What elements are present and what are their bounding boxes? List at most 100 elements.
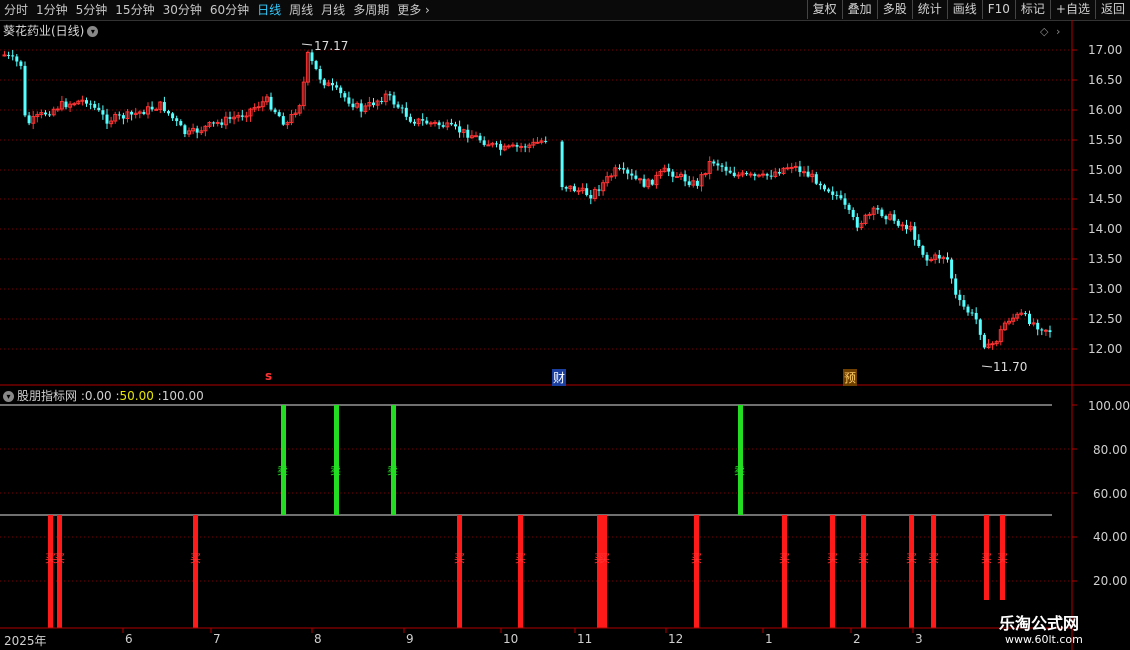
candle-body-down	[1040, 329, 1044, 331]
sell-signal-bar	[738, 405, 743, 515]
candle-body-down	[458, 126, 462, 133]
candle-body-down	[162, 102, 166, 112]
candle-body-down	[1036, 322, 1040, 330]
candle-body-down	[835, 194, 839, 196]
candle-body-down	[413, 121, 416, 124]
sell-signal-bar	[391, 405, 396, 515]
candle-body-down	[392, 95, 396, 105]
candle-body-down	[121, 115, 125, 119]
candle-body-down	[175, 118, 179, 122]
buy-signal-label: 买	[454, 552, 465, 565]
price-tick: 13.50	[1088, 252, 1123, 266]
buy-signal-bar	[694, 515, 699, 628]
candle-body-down	[683, 174, 687, 182]
candle-body-down	[564, 187, 568, 189]
candle-body-up	[900, 224, 905, 227]
buy-signal-label: 买	[858, 552, 869, 565]
candle-body-down	[839, 195, 843, 199]
candle-body-down	[347, 97, 351, 104]
candle-body-down	[814, 174, 818, 184]
candle-body-down	[322, 79, 326, 86]
candle-body-down	[687, 181, 691, 186]
candle-body-down	[85, 100, 88, 104]
candle-body-down	[798, 166, 802, 173]
time-tick: 9	[406, 632, 414, 646]
time-tick: 12	[668, 632, 684, 646]
candle-body-down	[667, 168, 671, 172]
price-tick: 16.50	[1088, 73, 1123, 87]
candle-body-down	[618, 167, 621, 169]
price-tick: 14.00	[1088, 222, 1123, 236]
candle-body-down	[23, 65, 27, 116]
candle-body-down	[240, 115, 244, 117]
price-tick: 12.00	[1088, 342, 1123, 356]
indicator-tick: 40.00	[1093, 530, 1128, 544]
candle-body-up	[433, 121, 437, 124]
candle-body-down	[946, 257, 949, 260]
candle-body-down	[449, 122, 453, 125]
watermark-url: www.60lt.com	[1005, 633, 1083, 646]
candle-body-down	[876, 208, 880, 210]
chevron-down-icon[interactable]: ▾	[3, 391, 14, 402]
candle-body-down	[851, 209, 855, 218]
kline-chart[interactable]: 卖卖卖卖买买买买买买买买买买买买买买买	[0, 0, 1130, 650]
candle-body-down	[277, 112, 281, 117]
candle-body-up	[215, 121, 220, 124]
candle-body-down	[130, 111, 134, 115]
candle-body-up	[244, 115, 249, 118]
s-event-marker[interactable]: s	[265, 369, 272, 383]
axes	[0, 20, 1130, 650]
candle-body-down	[343, 93, 347, 98]
forecast-event-marker[interactable]: 预	[843, 369, 858, 386]
candle-body-down	[19, 61, 23, 66]
indicator-bars: 卖卖卖卖买买买买买买买买买买买买买买买	[45, 405, 1008, 628]
candle-body-down	[777, 172, 781, 174]
candle-body-up	[638, 178, 642, 181]
candle-body-down	[884, 216, 888, 220]
candle-body-down	[962, 300, 966, 307]
time-tick: 2025年	[4, 634, 47, 648]
candle-body-down	[7, 54, 11, 56]
candle-body-down	[585, 188, 589, 196]
indicator-tick: 100.00	[1088, 399, 1130, 413]
candle-body-up	[990, 343, 995, 346]
candle-body-down	[335, 85, 339, 88]
candle-body-down	[48, 114, 52, 116]
candle-body-down	[150, 106, 154, 110]
candle-body-down	[228, 117, 232, 119]
candle-body-up	[510, 144, 515, 147]
sell-signal-label: 卖	[330, 464, 341, 477]
indicator-tick: 80.00	[1093, 443, 1128, 457]
candle-body-down	[495, 143, 498, 145]
time-tick: 2	[853, 632, 861, 646]
candle-body-down	[925, 254, 929, 261]
candle-body-down	[195, 128, 199, 133]
time-tick: 6	[125, 632, 133, 646]
candle-body-up	[748, 173, 753, 176]
candle-body-down	[437, 122, 441, 126]
candle-body-down	[27, 115, 31, 124]
candle-body-up	[519, 145, 524, 148]
candle-body-down	[823, 185, 826, 190]
candle-body-down	[281, 116, 285, 125]
buy-signal-label: 买	[928, 552, 939, 565]
buy-signal-label: 买	[906, 552, 917, 565]
buy-signal-bar	[602, 515, 607, 628]
candle-body-down	[695, 180, 699, 186]
buy-signal-bar	[57, 515, 62, 628]
candle-body-up	[154, 108, 159, 111]
candle-body-down	[421, 119, 425, 121]
candle-body-up	[256, 106, 261, 109]
candle-body-down	[650, 179, 654, 185]
candle-body-down	[765, 174, 769, 176]
candle-body-down	[724, 166, 728, 171]
candle-body-up	[2, 54, 7, 57]
finance-event-marker[interactable]: 财	[552, 369, 567, 386]
candle-body-down	[117, 114, 121, 116]
candle-body-down	[142, 111, 146, 115]
candle-body-down	[880, 209, 884, 217]
indicator-title: ▾ 股朋指标网 :0.00 :50.00 :100.00	[3, 387, 204, 404]
candle-body-down	[921, 246, 925, 255]
candle-body-down	[970, 312, 974, 314]
indicator-v0: 0.00	[84, 389, 112, 403]
